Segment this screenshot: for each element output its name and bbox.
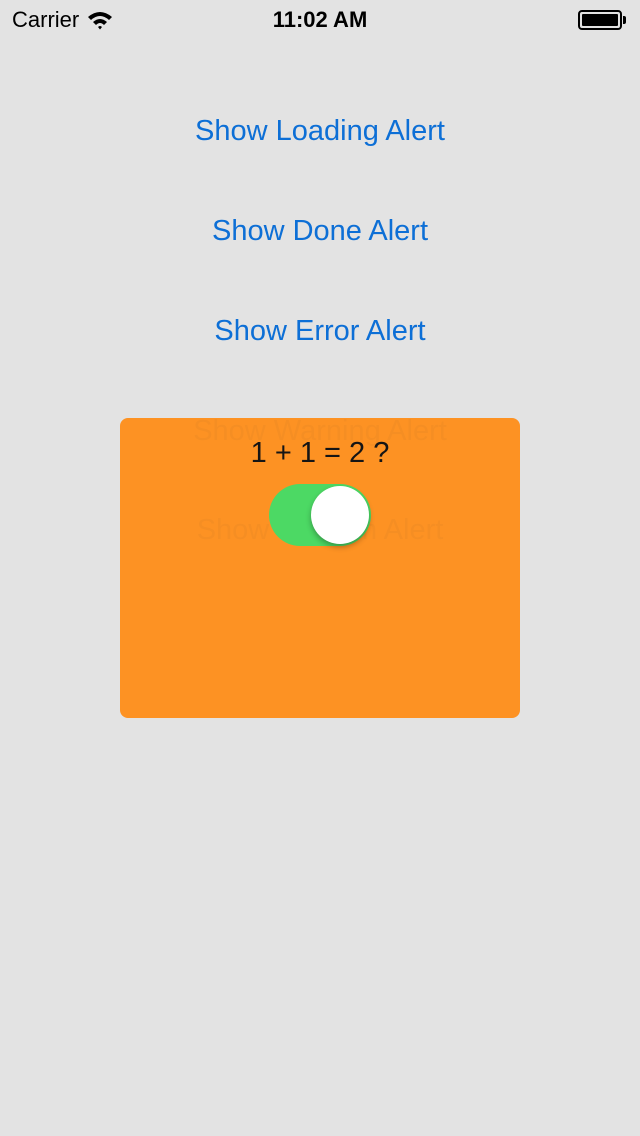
status-time: 11:02 AM <box>272 7 368 32</box>
show-error-alert-button[interactable]: Show Error Alert <box>0 311 640 351</box>
custom-alert-panel: 1 + 1 = 2 ? <box>120 418 520 718</box>
battery-fill <box>582 14 618 26</box>
battery-icon <box>578 10 628 30</box>
status-bar: Carrier 11:02 AM <box>0 0 640 40</box>
question-label: 1 + 1 = 2 ? <box>250 437 390 469</box>
battery-tip <box>623 16 626 24</box>
battery-body <box>578 10 622 30</box>
show-done-alert-button[interactable]: Show Done Alert <box>0 211 640 251</box>
show-loading-alert-button[interactable]: Show Loading Alert <box>0 111 640 151</box>
answer-toggle[interactable] <box>269 484 371 546</box>
toggle-knob[interactable] <box>311 486 369 544</box>
